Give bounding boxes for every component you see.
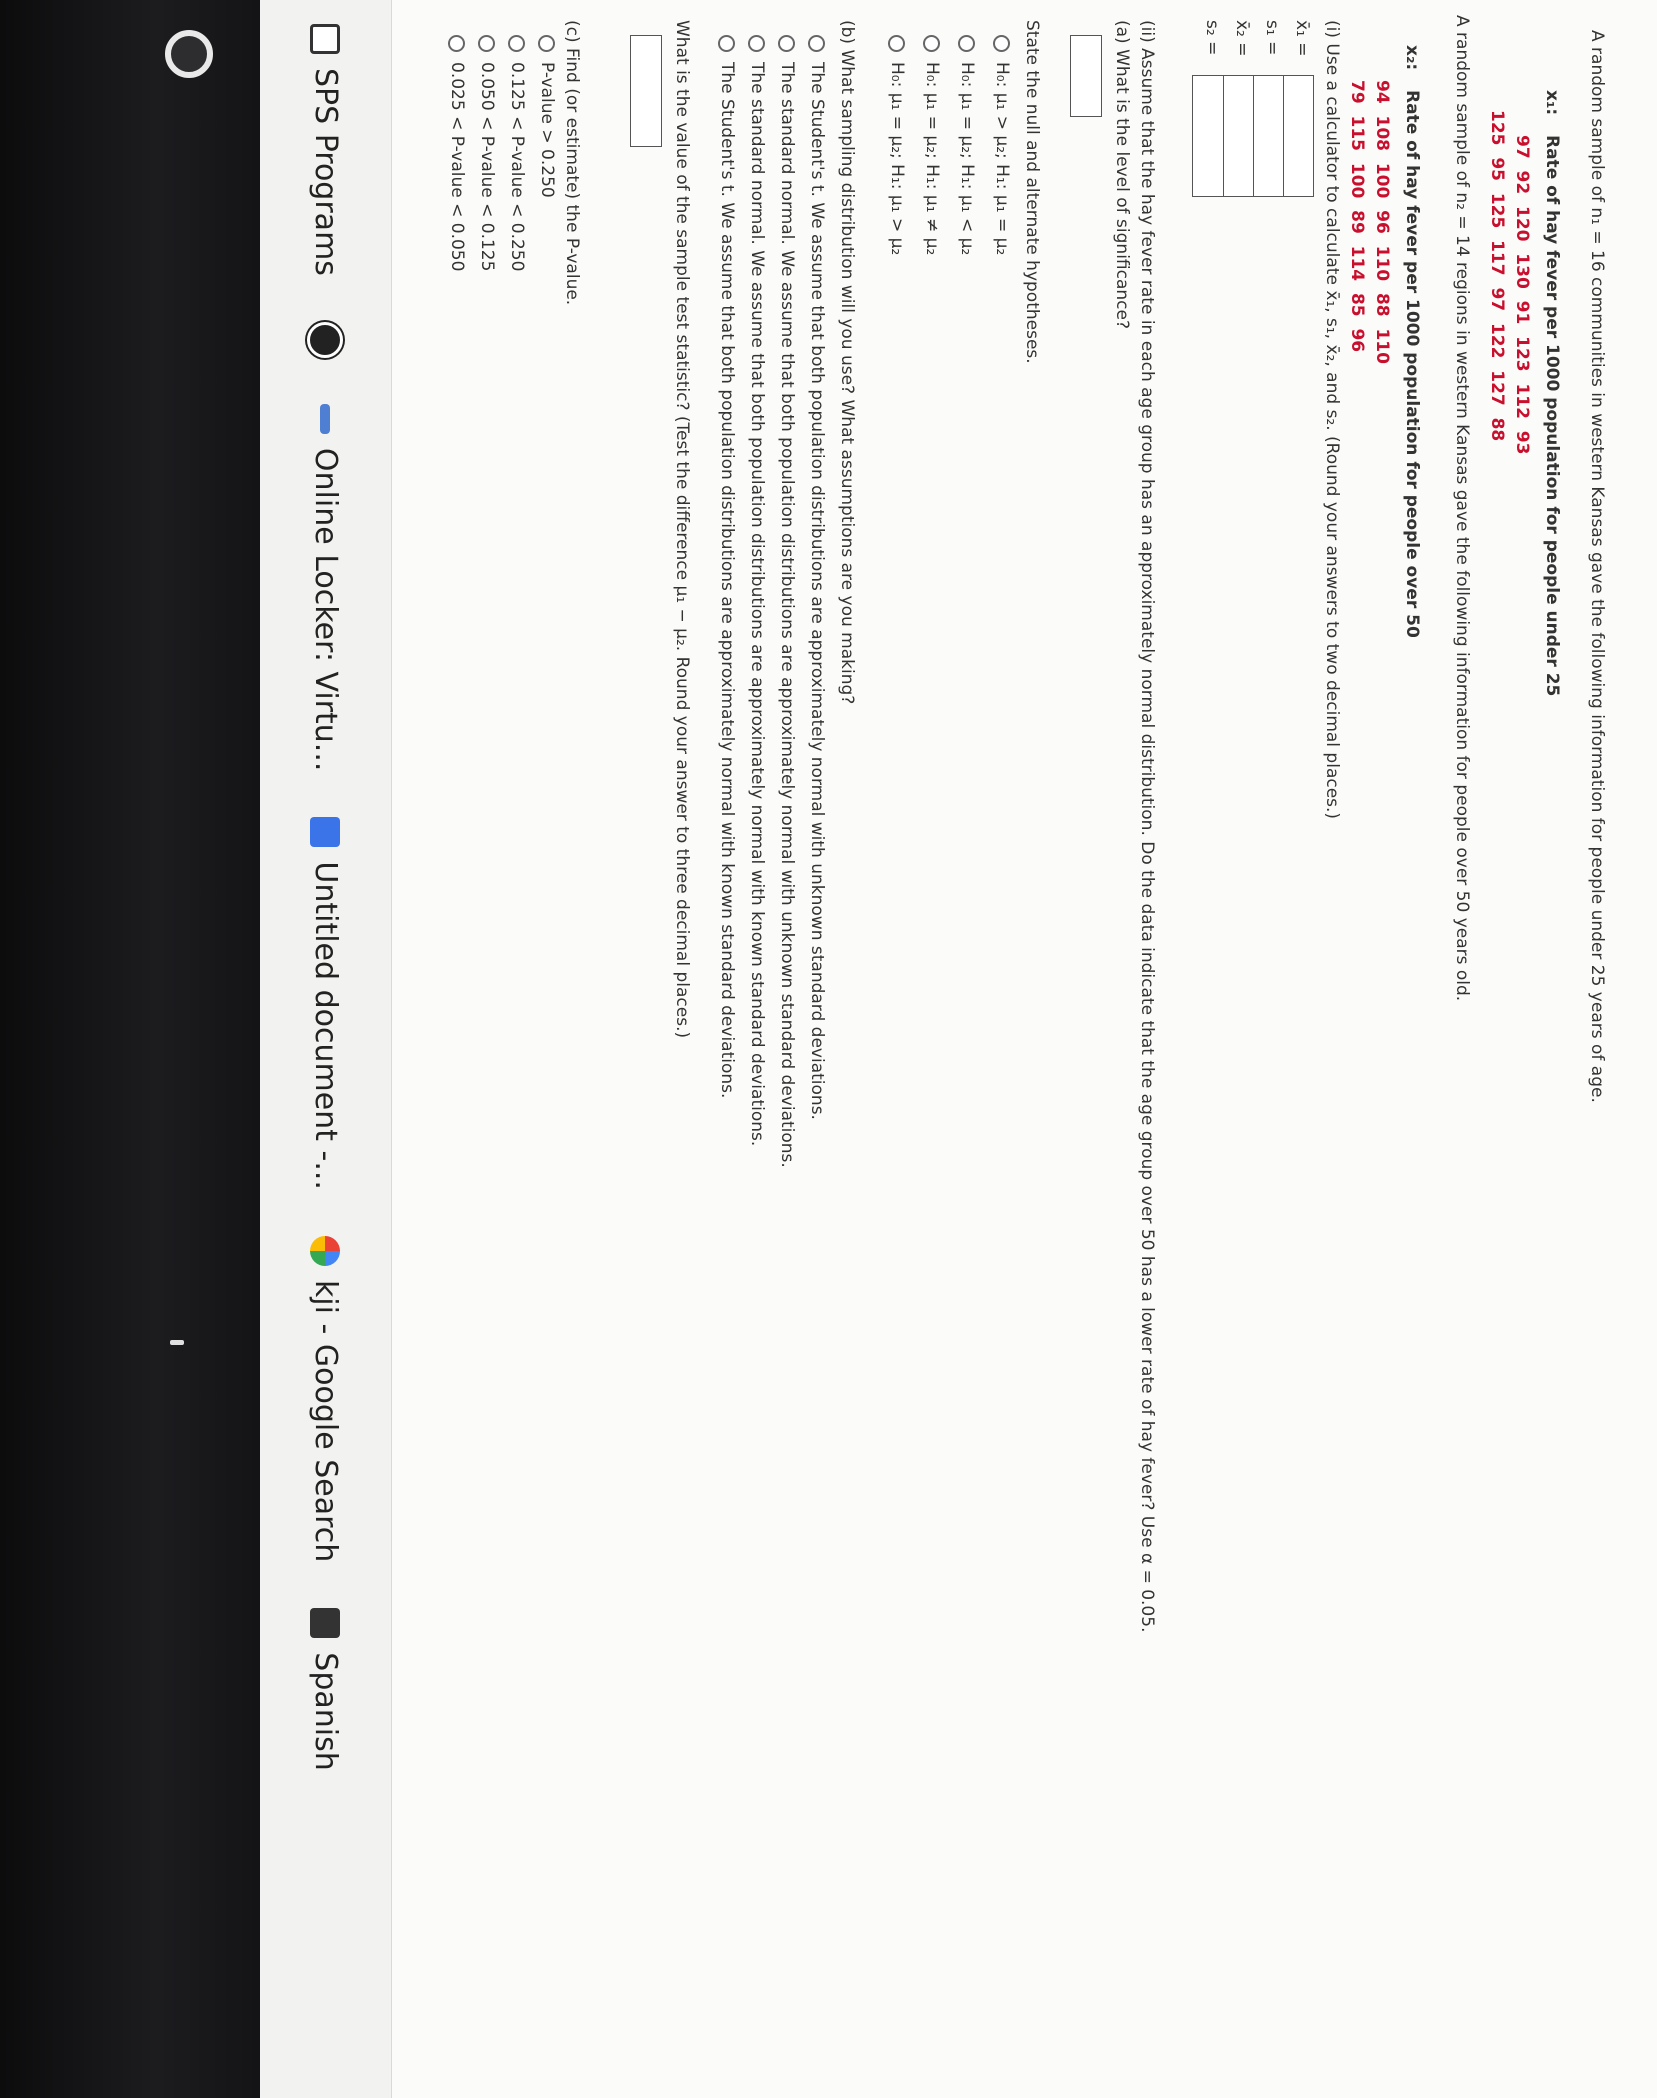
distribution-option-2[interactable]: The standard normal. We assume that both… [777,35,797,1168]
bookmark-google-search[interactable]: kji - Google Search [308,1235,343,1562]
x1-title: Rate of hay fever per 1000 population fo… [1542,135,1562,697]
active-app-indicator [170,1340,184,1345]
folder-icon [310,1608,341,1639]
bookmark-globe[interactable] [307,321,344,358]
test-statistic-prompt: What is the value of the sample test sta… [672,20,692,1039]
pvalue-option-4[interactable]: 0.025 < P-value < 0.050 [447,35,467,271]
locker-icon [320,403,331,434]
x1-data-row-1: 97 92 120 130 91 123 112 93 [1512,135,1532,455]
google-icon [310,1235,341,1266]
radio-button[interactable] [808,35,826,52]
radio-button[interactable] [778,35,796,52]
s2-input[interactable] [1192,75,1224,197]
distribution-option-4[interactable]: The Student's t. We assume that both pop… [717,35,737,1098]
radio-button[interactable] [923,35,941,52]
pvalue-option-3[interactable]: 0.050 < P-value < 0.125 [477,35,497,271]
radio-button[interactable] [958,35,976,52]
os-shelf: M [0,0,1190,2098]
part-a-prompt: (a) What is the level of significance? [1112,20,1132,330]
bookmark-online-locker[interactable]: Online Locker: Virtu... [308,403,343,771]
part-c-prompt: (c) Find (or estimate) the P-value. [562,20,582,306]
radio-button[interactable] [508,35,526,52]
test-statistic-input[interactable] [630,35,662,147]
hypothesis-option-2[interactable]: H₀: μ₁ = μ₂; H₁: μ₁ < μ₂ [957,35,977,255]
bookmark-untitled-document[interactable]: Untitled document -... [308,817,343,1190]
pvalue-option-2[interactable]: 0.125 < P-value < 0.250 [507,35,527,271]
hypothesis-option-3[interactable]: H₀: μ₁ = μ₂; H₁: μ₁ ≠ μ₂ [922,35,942,255]
radio-button[interactable] [888,35,906,52]
part-b-prompt: (b) What sampling distribution will you … [837,20,857,705]
radio-button[interactable] [748,35,766,52]
radio-button[interactable] [478,35,496,52]
bookmark-spanish[interactable]: Spanish [308,1608,343,1771]
radio-button[interactable] [993,35,1011,52]
radio-button[interactable] [538,35,556,52]
intro-over-50: A random sample of n₂ = 14 regions in we… [1452,15,1472,1002]
significance-input[interactable] [1070,35,1102,117]
part-i-prompt: (i) Use a calculator to calculate x̄₁, s… [1322,20,1342,820]
s1-label: s₁ = [1262,20,1282,56]
launcher-button[interactable] [165,30,213,78]
part-ii-prompt: (ii) Assume that the hay fever rate in e… [1137,20,1157,1633]
radio-button[interactable] [718,35,736,52]
browser-page: A random sample of n₁ = 16 communities i… [260,0,1657,2098]
x2-label: x₂: [1402,45,1422,71]
x1bar-label: x̄₁ = [1292,20,1312,57]
x2-data-row-2: 79 115 100 89 114 85 96 [1347,80,1367,353]
docs-icon [310,817,341,848]
x1-label: x₁: [1542,90,1562,116]
distribution-option-3[interactable]: The standard normal. We assume that both… [747,35,767,1146]
globe-icon [307,321,344,358]
problem-content: A random sample of n₁ = 16 communities i… [392,0,1657,2098]
intro-under-25: A random sample of n₁ = 16 communities i… [1587,30,1607,1103]
radio-button[interactable] [448,35,466,52]
document-icon [310,24,341,54]
s1-input[interactable] [1252,75,1284,197]
browser-screen: A random sample of n₁ = 16 communities i… [260,0,1657,2098]
hypothesis-option-4[interactable]: H₀: μ₁ = μ₂; H₁: μ₁ > μ₂ [887,35,907,255]
distribution-option-1[interactable]: The Student's t. We assume that both pop… [807,35,827,1120]
bookmarks-bar: SPS Programs Online Locker: Virtu... Unt… [260,0,392,2098]
hypotheses-prompt: State the null and alternate hypotheses. [1022,20,1042,364]
x2bar-label: x̄₂ = [1232,20,1252,57]
bookmark-sps-programs[interactable]: SPS Programs [308,24,343,276]
pvalue-option-1[interactable]: P-value > 0.250 [537,35,557,198]
x1bar-input[interactable] [1282,75,1314,197]
x1-data-row-2: 125 95 125 117 97 122 127 88 [1487,110,1507,442]
x2bar-input[interactable] [1222,75,1254,197]
s2-label: s₂ = [1202,20,1222,56]
x2-title: Rate of hay fever per 1000 population fo… [1402,90,1422,638]
hypothesis-option-1[interactable]: H₀: μ₁ > μ₂; H₁: μ₁ = μ₂ [992,35,1012,255]
x2-data-row-1: 94 108 100 96 110 88 110 [1372,80,1392,364]
